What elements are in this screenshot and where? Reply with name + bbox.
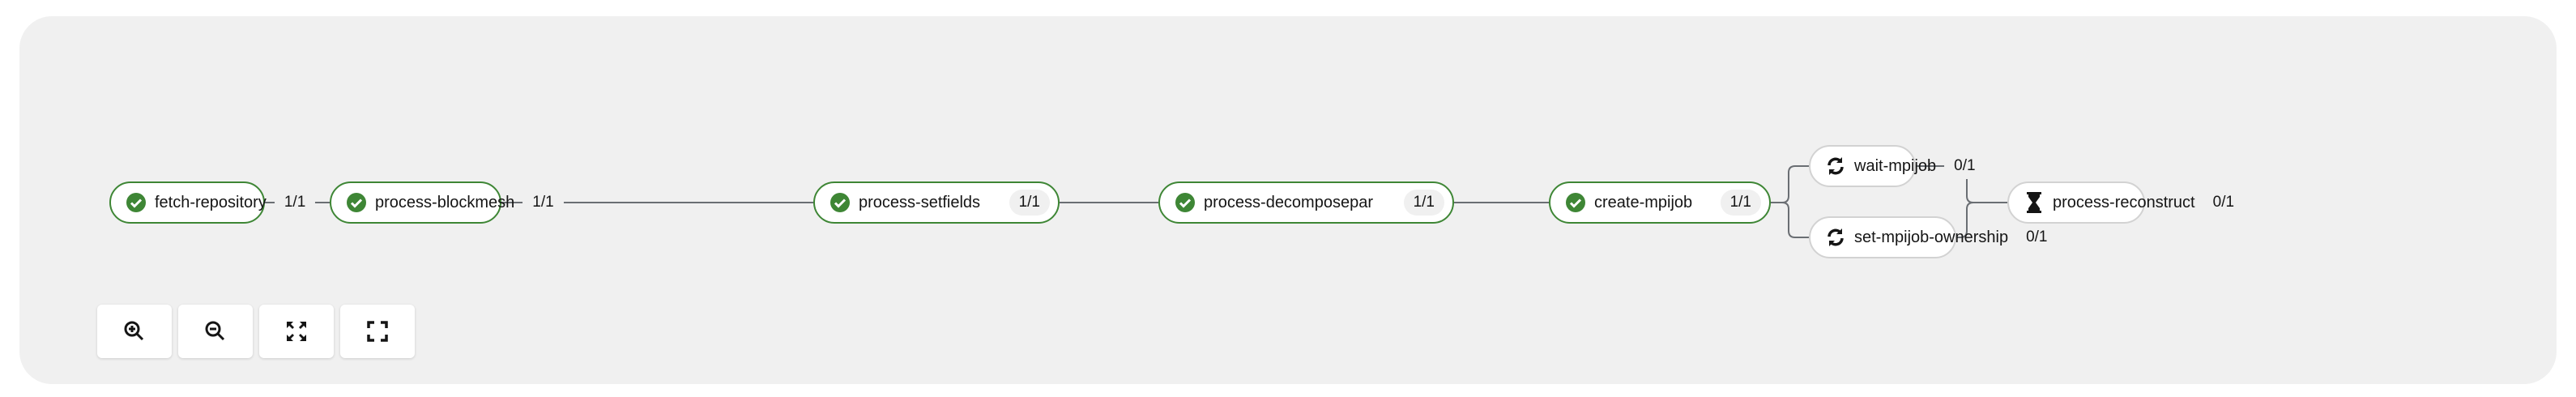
zoom-in-button[interactable] bbox=[97, 305, 172, 358]
zoom-out-button[interactable] bbox=[178, 305, 253, 358]
task-count-badge: 1/1 bbox=[522, 190, 564, 216]
zoom-in-icon bbox=[124, 321, 144, 341]
task-count-badge: 1/1 bbox=[1720, 190, 1761, 216]
check-circle-icon bbox=[830, 192, 851, 213]
sync-icon bbox=[1825, 156, 1846, 177]
edge bbox=[1771, 202, 1809, 238]
check-circle-icon bbox=[346, 192, 367, 213]
task-name: wait-mpijob bbox=[1854, 156, 1937, 175]
expand-icon bbox=[367, 321, 388, 342]
task-count-badge: 1/1 bbox=[274, 190, 316, 216]
task-name: process-blockmesh bbox=[375, 193, 515, 211]
task-count-badge: 0/1 bbox=[1944, 153, 1985, 179]
task-name: process-setfields bbox=[859, 193, 981, 211]
task-count-badge: 0/1 bbox=[2016, 224, 2058, 250]
edge bbox=[1771, 165, 1809, 203]
sync-icon bbox=[1825, 227, 1846, 248]
pipeline-task-node[interactable]: set-mpijob-ownership 0/1 bbox=[1809, 216, 2058, 258]
pipeline-task-node[interactable]: process-decomposepar 1/1 bbox=[1158, 181, 1454, 224]
expand-arrows-icon bbox=[287, 322, 306, 341]
task-count-badge: 1/1 bbox=[1403, 190, 1444, 216]
task-name: process-decomposepar bbox=[1204, 193, 1373, 211]
hourglass-icon bbox=[2024, 192, 2045, 213]
task-name: process-reconstruct bbox=[2053, 193, 2195, 211]
pipeline-task-node[interactable]: fetch-repository 1/1 bbox=[109, 181, 316, 224]
task-name: fetch-repository bbox=[155, 193, 267, 211]
task-name: create-mpijob bbox=[1594, 193, 1693, 211]
task-count-badge: 1/1 bbox=[1009, 190, 1050, 216]
pipeline-task-node[interactable]: create-mpijob 1/1 bbox=[1549, 181, 1771, 224]
reset-view-button[interactable] bbox=[340, 305, 415, 358]
pipeline-task-node[interactable]: process-setfields 1/1 bbox=[813, 181, 1060, 224]
task-name: set-mpijob-ownership bbox=[1854, 228, 2009, 246]
zoom-out-icon bbox=[205, 321, 225, 341]
task-count-badge: 0/1 bbox=[2203, 190, 2245, 216]
pipeline-task-node[interactable]: process-reconstruct 0/1 bbox=[2007, 181, 2245, 224]
check-circle-icon bbox=[1175, 192, 1196, 213]
check-circle-icon bbox=[1565, 192, 1586, 213]
fit-to-screen-button[interactable] bbox=[259, 305, 334, 358]
pipeline-task-node[interactable]: wait-mpijob 0/1 bbox=[1809, 145, 1985, 187]
pipeline-task-node[interactable]: process-blockmesh 1/1 bbox=[330, 181, 564, 224]
check-circle-icon bbox=[126, 192, 147, 213]
